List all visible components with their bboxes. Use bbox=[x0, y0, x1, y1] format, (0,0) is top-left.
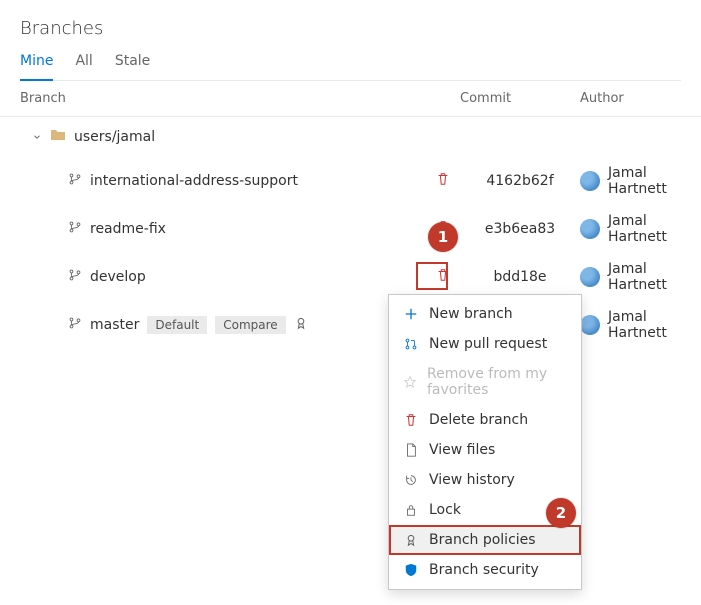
default-badge: Default bbox=[147, 316, 207, 334]
avatar bbox=[580, 171, 600, 191]
table-row[interactable]: develop bdd18e Jamal Hartnett bbox=[0, 253, 701, 301]
menu-label: Branch policies bbox=[429, 532, 536, 548]
author-name: Jamal Hartnett bbox=[608, 165, 681, 197]
trash-icon bbox=[403, 413, 419, 427]
branch-name: develop bbox=[90, 269, 146, 285]
author-name: Jamal Hartnett bbox=[608, 261, 681, 293]
branch-icon bbox=[68, 220, 82, 238]
menu-remove-favorites: Remove from my favorites bbox=[389, 359, 581, 405]
folder-row[interactable]: users/jamal bbox=[0, 117, 701, 157]
ribbon-icon bbox=[403, 533, 419, 547]
file-icon bbox=[403, 443, 419, 457]
column-headers: Branch Commit Author bbox=[0, 81, 701, 117]
lock-icon bbox=[403, 503, 419, 517]
column-commit: Commit bbox=[460, 91, 580, 106]
folder-name: users/jamal bbox=[74, 129, 155, 145]
menu-branch-policies[interactable]: Branch policies bbox=[389, 525, 581, 555]
avatar bbox=[580, 315, 600, 335]
commit-hash[interactable]: bdd18e bbox=[460, 269, 580, 285]
menu-new-branch[interactable]: New branch bbox=[389, 299, 581, 329]
branch-name: international-address-support bbox=[90, 173, 298, 189]
tab-all[interactable]: All bbox=[75, 53, 92, 80]
plus-icon bbox=[403, 307, 419, 321]
pull-request-icon bbox=[403, 337, 419, 351]
chevron-down-icon[interactable] bbox=[32, 132, 42, 142]
menu-label: Branch security bbox=[429, 562, 539, 578]
tab-mine[interactable]: Mine bbox=[20, 53, 53, 81]
author-name: Jamal Hartnett bbox=[608, 213, 681, 245]
column-author: Author bbox=[580, 91, 681, 106]
tab-stale[interactable]: Stale bbox=[115, 53, 150, 80]
avatar bbox=[580, 219, 600, 239]
context-menu: New branch New pull request Remove from … bbox=[388, 294, 582, 590]
branch-icon bbox=[68, 268, 82, 286]
menu-view-files[interactable]: View files bbox=[389, 435, 581, 465]
branch-icon bbox=[68, 172, 82, 190]
branch-icon bbox=[68, 316, 82, 334]
shield-icon bbox=[403, 563, 419, 577]
column-branch: Branch bbox=[20, 91, 460, 106]
branch-name: master bbox=[90, 317, 139, 333]
table-row[interactable]: international-address-support 4162b62f J… bbox=[0, 157, 701, 205]
menu-new-pull-request[interactable]: New pull request bbox=[389, 329, 581, 359]
menu-branch-security[interactable]: Branch security bbox=[389, 555, 581, 585]
table-row[interactable]: master Default Compare 4162b62f Jamal Ha… bbox=[0, 301, 701, 349]
avatar bbox=[580, 267, 600, 287]
star-icon bbox=[403, 375, 417, 389]
menu-label: Remove from my favorites bbox=[427, 366, 567, 398]
history-icon bbox=[403, 473, 419, 487]
menu-label: Delete branch bbox=[429, 412, 528, 428]
commit-hash[interactable]: 4162b62f bbox=[460, 173, 580, 189]
compare-badge[interactable]: Compare bbox=[215, 316, 285, 334]
menu-label: Lock bbox=[429, 502, 461, 518]
folder-icon bbox=[50, 127, 66, 147]
ribbon-icon bbox=[294, 316, 308, 334]
author-name: Jamal Hartnett bbox=[608, 309, 681, 341]
menu-label: View history bbox=[429, 472, 515, 488]
trash-icon[interactable] bbox=[436, 172, 450, 190]
menu-label: New branch bbox=[429, 306, 513, 322]
commit-hash[interactable]: e3b6ea83 bbox=[460, 221, 580, 237]
page-title: Branches bbox=[20, 18, 681, 39]
trash-icon[interactable] bbox=[436, 268, 450, 286]
menu-label: New pull request bbox=[429, 336, 547, 352]
menu-label: View files bbox=[429, 442, 495, 458]
menu-view-history[interactable]: View history bbox=[389, 465, 581, 495]
callout-1: 1 bbox=[428, 222, 458, 252]
table-row[interactable]: readme-fix e3b6ea83 Jamal Hartnett bbox=[0, 205, 701, 253]
callout-2: 2 bbox=[546, 498, 576, 528]
menu-delete-branch[interactable]: Delete branch bbox=[389, 405, 581, 435]
tabs: Mine All Stale bbox=[20, 53, 681, 81]
branch-name: readme-fix bbox=[90, 221, 166, 237]
